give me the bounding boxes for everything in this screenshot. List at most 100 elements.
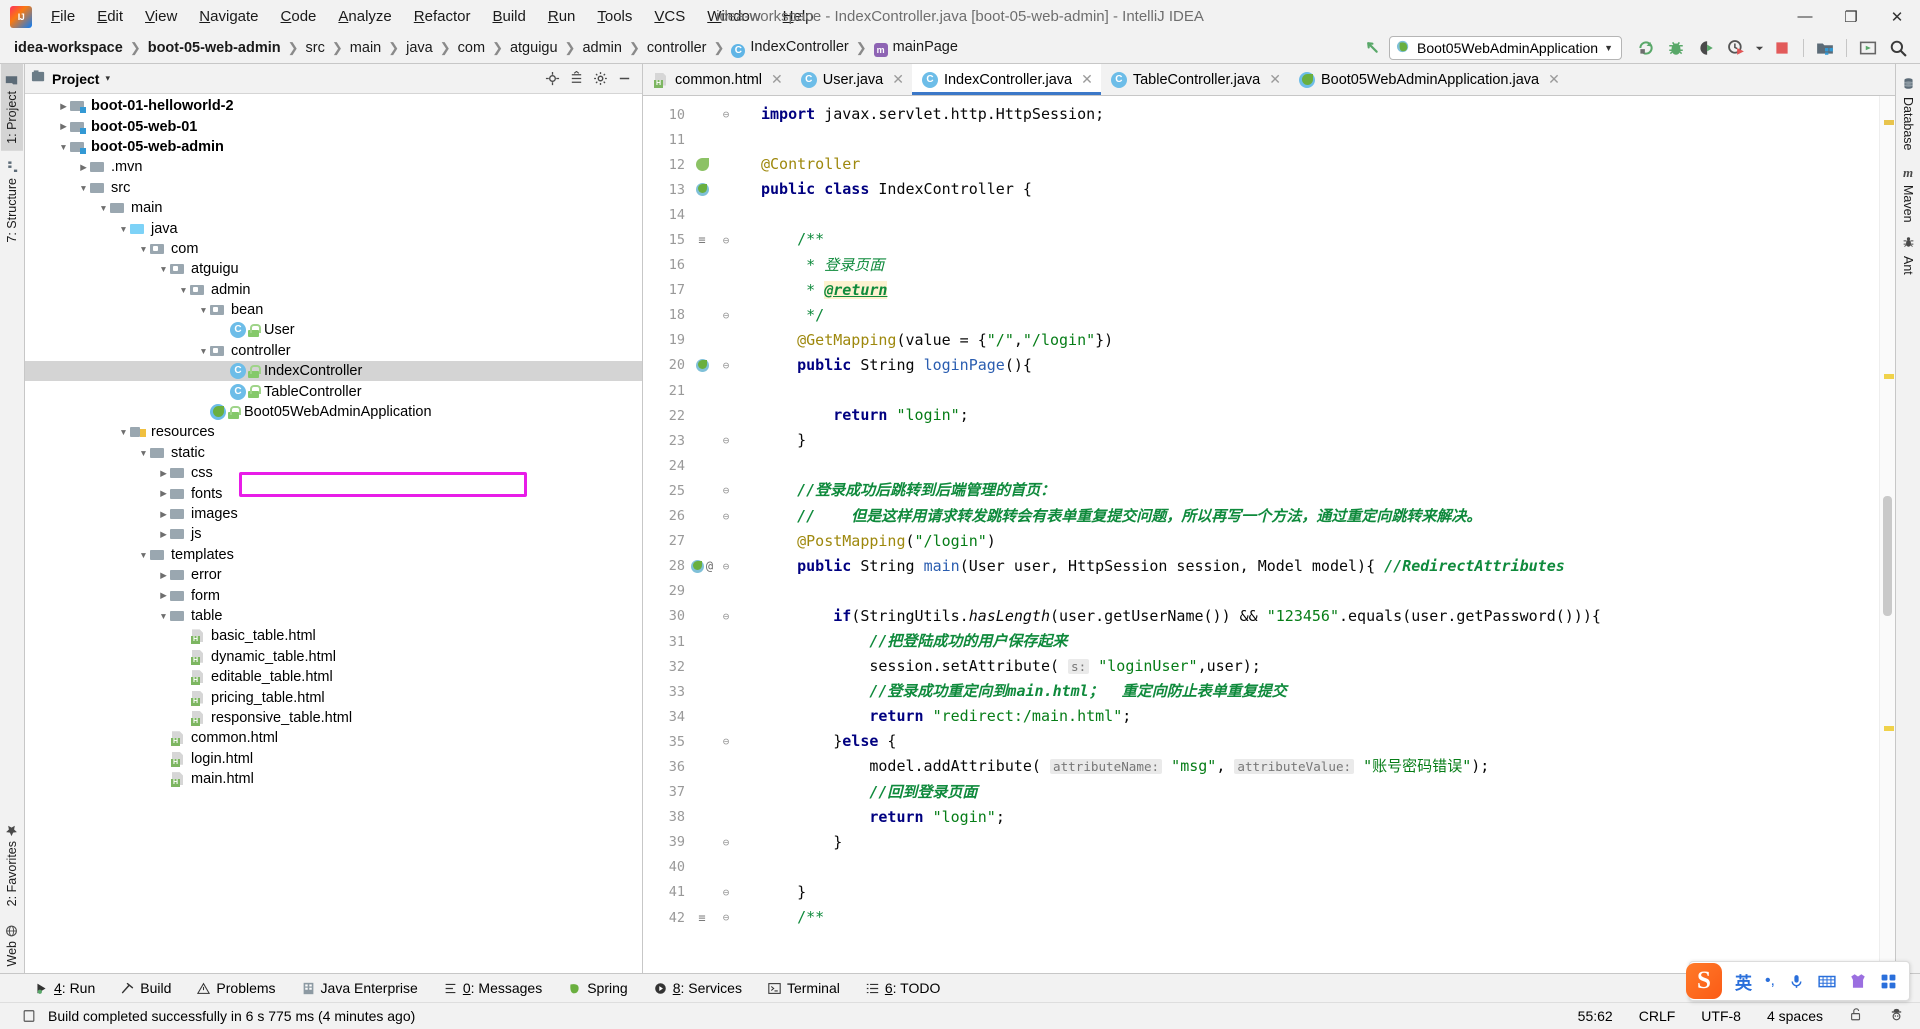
- tool-window-tab-1-project[interactable]: 1: Project: [1, 64, 23, 151]
- code-line[interactable]: return "login";: [761, 403, 1879, 428]
- maximize-button[interactable]: ❐: [1828, 0, 1874, 33]
- code-line[interactable]: public String loginPage(){: [761, 353, 1879, 378]
- gutter-line[interactable]: 11: [643, 127, 761, 152]
- code-line[interactable]: * 登录页面: [761, 253, 1879, 278]
- code-line[interactable]: }else {: [761, 729, 1879, 754]
- code-line[interactable]: @GetMapping(value = {"/","/login"}): [761, 328, 1879, 353]
- toolbox-icon[interactable]: [1880, 973, 1897, 990]
- tool-window-8-services[interactable]: 8: Services: [641, 977, 755, 999]
- mic-icon[interactable]: [1788, 973, 1805, 990]
- chevron-right-icon[interactable]: ▶: [157, 509, 170, 520]
- gutter-marker[interactable]: @: [689, 559, 715, 573]
- fold-toggle-icon[interactable]: ⊖: [715, 359, 737, 372]
- gutter-line[interactable]: 16: [643, 253, 761, 278]
- code-line[interactable]: //登录成功后跳转到后端管理的首页：: [761, 478, 1879, 503]
- spring-bean-icon[interactable]: [691, 560, 704, 573]
- code-line[interactable]: [761, 579, 1879, 604]
- chevron-down-icon[interactable]: ▼: [117, 427, 130, 437]
- tool-window-0-messages[interactable]: 0: Messages: [431, 977, 555, 999]
- menu-run[interactable]: Run: [537, 4, 587, 30]
- unlocked-icon[interactable]: [1845, 1005, 1867, 1027]
- gutter-line[interactable]: 42≡⊖: [643, 905, 761, 930]
- code-content[interactable]: import javax.servlet.http.HttpSession; @…: [761, 96, 1879, 973]
- code-line[interactable]: import javax.servlet.http.HttpSession;: [761, 102, 1879, 127]
- breadcrumb-item-src[interactable]: src: [302, 38, 329, 58]
- navigate-back-icon[interactable]: [1359, 35, 1387, 61]
- tree-node[interactable]: ▼admin: [25, 280, 642, 300]
- update-running-application-icon[interactable]: [1854, 35, 1882, 61]
- breadcrumb-item-boot-05-web-admin[interactable]: boot-05-web-admin: [144, 38, 285, 58]
- settings-gear-icon[interactable]: [588, 68, 612, 90]
- chevron-down-icon[interactable]: ▼: [157, 264, 170, 274]
- gutter-marker[interactable]: [689, 183, 715, 196]
- gutter-line[interactable]: 28@⊖: [643, 554, 761, 579]
- search-everywhere-icon[interactable]: [1884, 35, 1912, 61]
- fold-toggle-icon[interactable]: ⊖: [715, 484, 737, 497]
- tree-node[interactable]: ▶common.html: [25, 728, 642, 748]
- chevron-down-icon[interactable]: ▼: [117, 224, 130, 234]
- stop-icon[interactable]: [1768, 35, 1796, 61]
- hector-icon[interactable]: [1885, 1005, 1908, 1027]
- spring-bean-icon[interactable]: [696, 183, 709, 196]
- menu-file[interactable]: File: [40, 4, 86, 30]
- tool-window-tab-ant[interactable]: Ant: [1897, 229, 1919, 282]
- fold-toggle-icon[interactable]: ⊖: [715, 108, 737, 121]
- breadcrumb-item-indexcontroller[interactable]: CIndexController: [727, 37, 852, 60]
- gutter-line[interactable]: 22: [643, 403, 761, 428]
- close-icon[interactable]: ✕: [1548, 71, 1560, 88]
- gutter-line[interactable]: 18⊖: [643, 303, 761, 328]
- status-message[interactable]: Build completed successfully in 6 s 775 …: [44, 1006, 419, 1026]
- editor-gutter[interactable]: 10⊖1112131415≡⊖161718⊖1920⊖212223⊖2425⊖2…: [643, 96, 761, 973]
- tree-node[interactable]: ▶.mvn: [25, 157, 642, 177]
- menu-window[interactable]: Window: [696, 4, 771, 30]
- menu-edit[interactable]: Edit: [86, 4, 134, 30]
- skin-icon[interactable]: [1849, 972, 1867, 990]
- tree-node[interactable]: ▶js: [25, 524, 642, 544]
- line-separator[interactable]: CRLF: [1635, 1006, 1680, 1026]
- fold-toggle-icon[interactable]: ⊖: [715, 434, 737, 447]
- code-editor[interactable]: 10⊖1112131415≡⊖161718⊖1920⊖212223⊖2425⊖2…: [643, 96, 1895, 973]
- gutter-line[interactable]: 32: [643, 654, 761, 679]
- code-line[interactable]: */: [761, 303, 1879, 328]
- gutter-line[interactable]: 31: [643, 629, 761, 654]
- rerun-icon[interactable]: [1632, 35, 1660, 61]
- minimize-button[interactable]: —: [1782, 0, 1828, 33]
- gutter-marker[interactable]: [689, 359, 715, 372]
- gutter-line[interactable]: 24: [643, 453, 761, 478]
- code-line[interactable]: public String main(User user, HttpSessio…: [761, 554, 1879, 579]
- gutter-line[interactable]: 19: [643, 328, 761, 353]
- tree-node[interactable]: ▼main: [25, 198, 642, 218]
- code-line[interactable]: // 但是这样用请求转发跳转会有表单重复提交问题，所以再写一个方法，通过重定向跳…: [761, 504, 1879, 529]
- code-line[interactable]: @PostMapping("/login"): [761, 529, 1879, 554]
- code-line[interactable]: if(StringUtils.hasLength(user.getUserNam…: [761, 604, 1879, 629]
- code-line[interactable]: public class IndexController {: [761, 177, 1879, 202]
- gutter-line[interactable]: 30⊖: [643, 604, 761, 629]
- tree-node[interactable]: ▶images: [25, 504, 642, 524]
- editor-tab-user-java[interactable]: CUser.java✕: [791, 64, 912, 95]
- code-line[interactable]: [761, 378, 1879, 403]
- gutter-line[interactable]: 23⊖: [643, 428, 761, 453]
- editor-scrollbar[interactable]: [1879, 96, 1895, 973]
- code-line[interactable]: //回到登录页面: [761, 780, 1879, 805]
- chevron-right-icon[interactable]: ▶: [77, 162, 90, 173]
- tree-node[interactable]: ▶css: [25, 463, 642, 483]
- tree-node[interactable]: ▶CUser: [25, 320, 642, 340]
- breadcrumb-item-com[interactable]: com: [454, 38, 489, 58]
- tool-window-tab-database[interactable]: Database: [1897, 70, 1919, 158]
- code-line[interactable]: }: [761, 428, 1879, 453]
- chevron-down-icon[interactable]: ▼: [77, 183, 90, 193]
- sogou-ime-toolbar[interactable]: S 英 •,: [1689, 961, 1910, 1001]
- tree-node[interactable]: ▶dynamic_table.html: [25, 647, 642, 667]
- close-icon[interactable]: ✕: [1081, 71, 1093, 88]
- chevron-right-icon[interactable]: ▶: [157, 488, 170, 499]
- editor-tab-boot05webadminapplication-java[interactable]: Boot05WebAdminApplication.java✕: [1289, 64, 1568, 95]
- chevron-down-icon[interactable]: ▼: [197, 305, 210, 315]
- chevron-down-icon[interactable]: ▼: [137, 550, 150, 560]
- fold-toggle-icon[interactable]: ⊖: [715, 886, 737, 899]
- gutter-line[interactable]: 26⊖: [643, 504, 761, 529]
- code-line[interactable]: /**: [761, 905, 1879, 930]
- fold-toggle-icon[interactable]: ⊖: [715, 911, 737, 924]
- tree-node[interactable]: ▶login.html: [25, 749, 642, 769]
- breadcrumb-item-controller[interactable]: controller: [643, 38, 711, 58]
- code-line[interactable]: [761, 127, 1879, 152]
